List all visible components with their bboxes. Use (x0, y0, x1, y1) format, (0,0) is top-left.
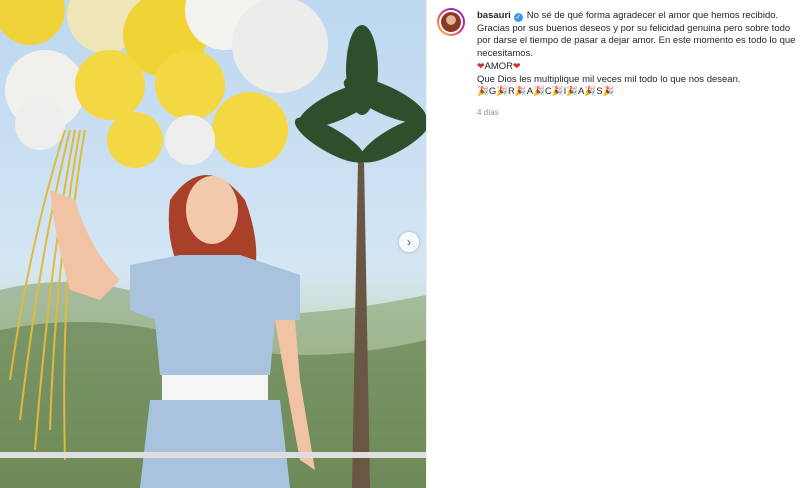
caption-line-3: Que Dios les multiplique mil veces mil t… (477, 73, 741, 85)
caption-gracias: 🎉G🎉R🎉A🎉C🎉I🎉A🎉S🎉 (477, 86, 615, 97)
verified-badge-icon: ✓ (513, 13, 523, 22)
caption-line-1: No sé de qué forma agradecer el amor que… (526, 10, 779, 21)
caption-amor-line: ❤AMOR❤ (477, 60, 800, 74)
heart-icon: ❤ (513, 61, 521, 71)
panel-divider (426, 0, 427, 488)
chevron-right-icon: › (407, 235, 411, 249)
carousel-next-button[interactable]: › (399, 232, 419, 252)
post-timestamp[interactable]: 4 días (477, 107, 800, 120)
avatar[interactable] (437, 8, 465, 36)
caption-text: basauri ✓ No sé de qué forma agradecer el … (477, 10, 800, 119)
post-photo: › (0, 0, 426, 488)
username-link[interactable]: basauri (477, 10, 511, 21)
amor-text: AMOR (484, 61, 514, 72)
caption-line-2: Gracias por sus buenos deseos y por su f… (477, 22, 796, 59)
heart-icon: ❤ (477, 61, 485, 71)
photo-illustration (0, 0, 426, 488)
